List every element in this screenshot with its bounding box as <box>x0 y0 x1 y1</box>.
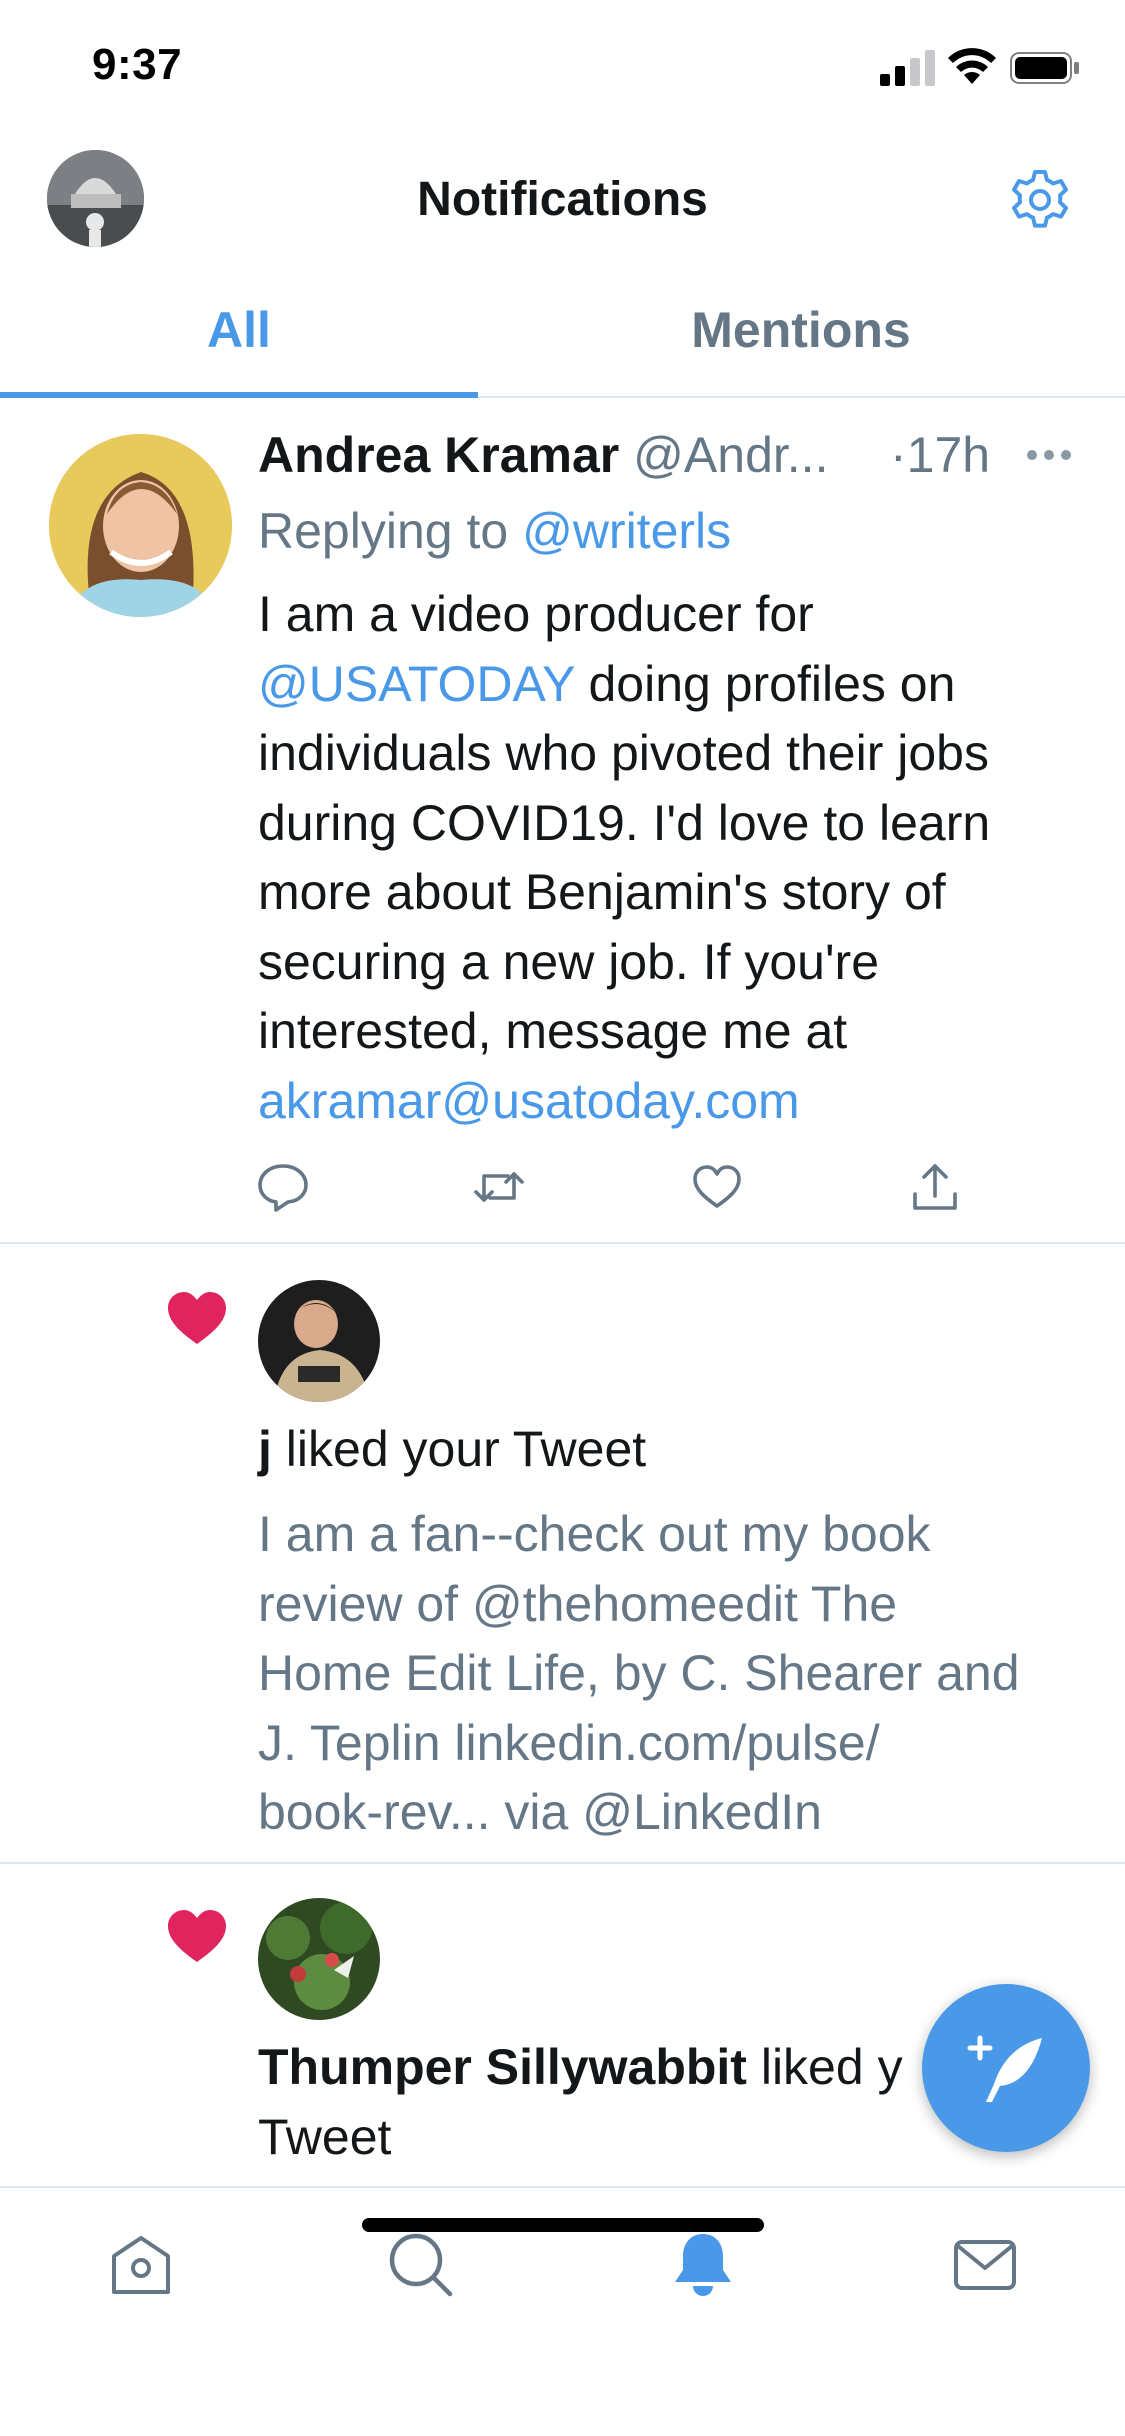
cellular-signal-icon <box>880 50 935 86</box>
liker-avatar[interactable] <box>258 1898 380 2020</box>
like-notification[interactable]: j liked your Tweet I am a fan--check out… <box>0 1246 1125 1864</box>
liked-tweet-line: book-rev... via @LinkedIn <box>258 1784 822 1840</box>
liked-tweet-line: Home Edit Life, by C. Shearer and <box>258 1645 1020 1701</box>
tweet-text-line: individuals who pivoted their jobs <box>258 725 989 781</box>
home-icon[interactable] <box>106 2230 176 2300</box>
battery-icon <box>1010 52 1079 84</box>
tab-all[interactable]: All <box>0 280 478 396</box>
gear-icon[interactable] <box>1008 168 1072 232</box>
liker-photo <box>258 1898 380 2020</box>
tab-mentions[interactable]: Mentions <box>562 280 1040 396</box>
notification-action: liked your Tweet <box>271 1421 647 1477</box>
status-bar: 9:37 <box>0 0 1125 132</box>
retweet-icon[interactable] <box>472 1160 526 1214</box>
status-time: 9:37 <box>92 40 183 89</box>
mention-link[interactable]: @USATODAY <box>258 656 575 712</box>
replying-to-label: Replying to <box>258 503 509 559</box>
notification-title: Thumper Sillywabbit liked y <box>258 2038 903 2096</box>
author-handle[interactable]: @Andr... <box>633 427 828 483</box>
tweet-author-line: Andrea Kramar @Andr... <box>258 426 998 486</box>
notifications-bell-icon[interactable] <box>668 2230 738 2300</box>
messages-icon[interactable] <box>950 2230 1020 2300</box>
share-icon[interactable] <box>908 1160 962 1214</box>
email-link[interactable]: akramar@usatoday.com <box>258 1067 1088 1137</box>
tweet-text-line: during COVID19. I'd love to learn <box>258 794 991 851</box>
reply-icon[interactable] <box>256 1160 310 1214</box>
liked-tweet-preview: I am a fan--check out my book review of … <box>258 1500 1098 1848</box>
tweet-text-line: I am a video producer for <box>258 586 814 642</box>
header: Notifications <box>0 132 1125 264</box>
wifi-icon <box>948 48 996 84</box>
like-icon[interactable] <box>690 1160 744 1214</box>
home-indicator[interactable] <box>362 2218 764 2232</box>
liked-tweet-line: I am a fan--check out my book <box>258 1506 931 1562</box>
tweet-text-fragment: doing profiles on <box>574 655 956 712</box>
author-name[interactable]: Andrea Kramar <box>258 427 619 483</box>
page-title: Notifications <box>417 173 708 226</box>
notification-title: j liked your Tweet <box>258 1420 646 1478</box>
heart-icon <box>168 1910 226 1962</box>
notification-tabs: All Mentions <box>0 280 1125 398</box>
author-avatar[interactable] <box>49 434 232 617</box>
notification-title-continued: Tweet <box>258 2109 392 2165</box>
liked-tweet-line: review of @thehomeedit The <box>258 1575 898 1632</box>
heart-icon <box>168 1292 226 1344</box>
tweet-timestamp: ·17h <box>890 427 991 483</box>
tweet-text-line: more about Benjamin's story of <box>258 864 946 920</box>
liker-avatar[interactable] <box>258 1280 380 1402</box>
tweet-text-line: @USATODAY doing profiles on <box>258 650 1088 720</box>
replying-to: Replying to @writerls <box>258 502 731 560</box>
author-photo <box>49 434 232 617</box>
liker-name[interactable]: Thumper Sillywabbit <box>258 2039 747 2095</box>
tweet-text-line: interested, message me at <box>258 1003 848 1059</box>
liker-name[interactable]: j <box>258 1421 272 1477</box>
liked-tweet-line: J. Teplin linkedin.com/pulse/ <box>258 1714 880 1771</box>
compose-tweet-button[interactable] <box>922 1984 1090 2152</box>
notification-action: liked y <box>746 2039 903 2095</box>
tweet-text: I am a video producer for @USATODAY doin… <box>258 580 1088 1136</box>
reply-to-handle-link[interactable]: @writerls <box>522 503 731 559</box>
tweet-text-line: securing a new job. If you're <box>258 933 879 990</box>
liker-photo <box>258 1280 380 1402</box>
search-icon[interactable] <box>386 2230 456 2300</box>
tweet-item[interactable]: Andrea Kramar @Andr... ·17h Replying to … <box>0 398 1125 1244</box>
compose-feather-icon <box>967 2035 1042 2102</box>
more-options-icon[interactable] <box>1026 448 1072 462</box>
